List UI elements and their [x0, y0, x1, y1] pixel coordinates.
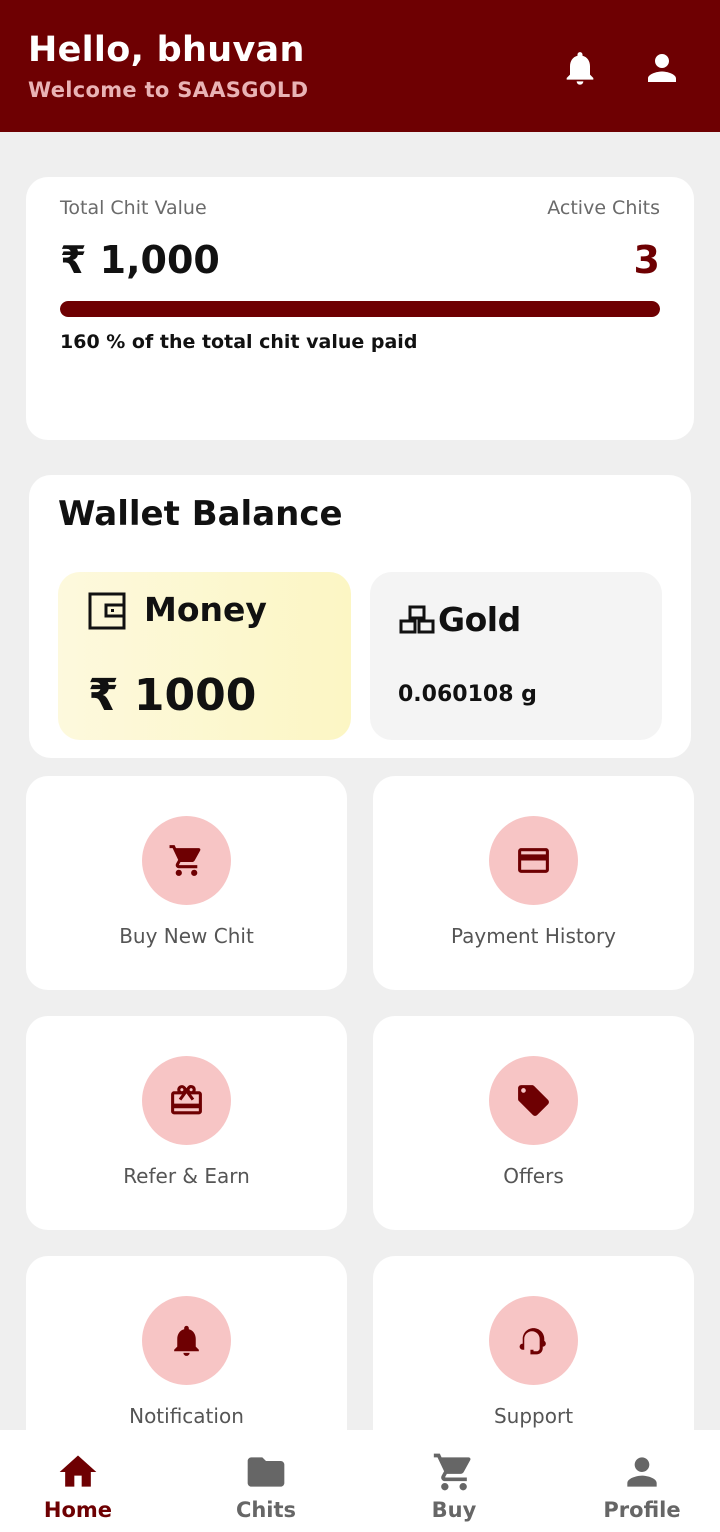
tile-label: Notification [129, 1404, 244, 1428]
nav-buy[interactable]: Buy [394, 1450, 514, 1530]
buy-circle [142, 816, 231, 905]
tile-label: Offers [503, 1164, 564, 1188]
offers-circle [489, 1056, 578, 1145]
tile-label: Refer & Earn [123, 1164, 250, 1188]
total-chit-value: ₹ 1,000 [60, 238, 220, 282]
folder-icon [247, 1457, 285, 1487]
welcome-subtitle: Welcome to SAASGOLD [28, 78, 309, 102]
tile-label: Payment History [450, 924, 617, 948]
gold-tile[interactable] [370, 572, 662, 740]
headset-icon [519, 1328, 546, 1355]
active-chits-label: Active Chits [547, 197, 660, 219]
person-icon [627, 1457, 657, 1487]
wallet-title: Wallet Balance [58, 494, 343, 534]
offers-tile[interactable]: Offers [373, 1016, 694, 1230]
support-circle [489, 1296, 578, 1385]
cart-icon [433, 1453, 471, 1491]
payment-history-tile[interactable]: Payment History [373, 776, 694, 990]
tile-label: Buy New Chit [119, 924, 254, 948]
buy-new-chit-tile[interactable]: Buy New Chit [26, 776, 347, 990]
profile-icon[interactable] [641, 46, 681, 90]
nav-chits[interactable]: Chits [206, 1450, 326, 1530]
nav-label: Profile [603, 1498, 681, 1522]
gold-bars-icon [399, 604, 437, 638]
bell-icon[interactable] [560, 46, 600, 90]
gift-card-icon [171, 1085, 202, 1115]
nav-label: Buy [431, 1498, 477, 1522]
card-icon [518, 848, 549, 873]
home-icon [59, 1455, 97, 1487]
bell-icon [174, 1325, 199, 1356]
money-balance: ₹ 1000 [88, 670, 257, 721]
nav-label: Home [43, 1498, 113, 1522]
greeting-title: Hello, bhuvan [28, 30, 305, 70]
notification-circle [142, 1296, 231, 1385]
tile-label: Support [493, 1404, 574, 1428]
total-chit-value-label: Total Chit Value [60, 197, 207, 219]
tag-icon [518, 1085, 549, 1116]
paid-progress-fill [60, 301, 660, 317]
paid-progress-bar [60, 301, 660, 317]
active-chits-count: 3 [633, 238, 660, 282]
gold-label: Gold [438, 600, 521, 639]
payment-circle [489, 816, 578, 905]
nav-home[interactable]: Home [18, 1450, 138, 1530]
money-label: Money [144, 590, 267, 629]
paid-percentage-text: 160 % of the total chit value paid [60, 331, 418, 353]
nav-label: Chits [235, 1498, 297, 1522]
gold-balance: 0.060108 g [398, 682, 537, 707]
refer-earn-tile[interactable]: Refer & Earn [26, 1016, 347, 1230]
refer-circle [142, 1056, 231, 1145]
nav-profile[interactable]: Profile [582, 1450, 702, 1530]
wallet-icon [88, 592, 126, 634]
cart-icon [169, 845, 201, 876]
